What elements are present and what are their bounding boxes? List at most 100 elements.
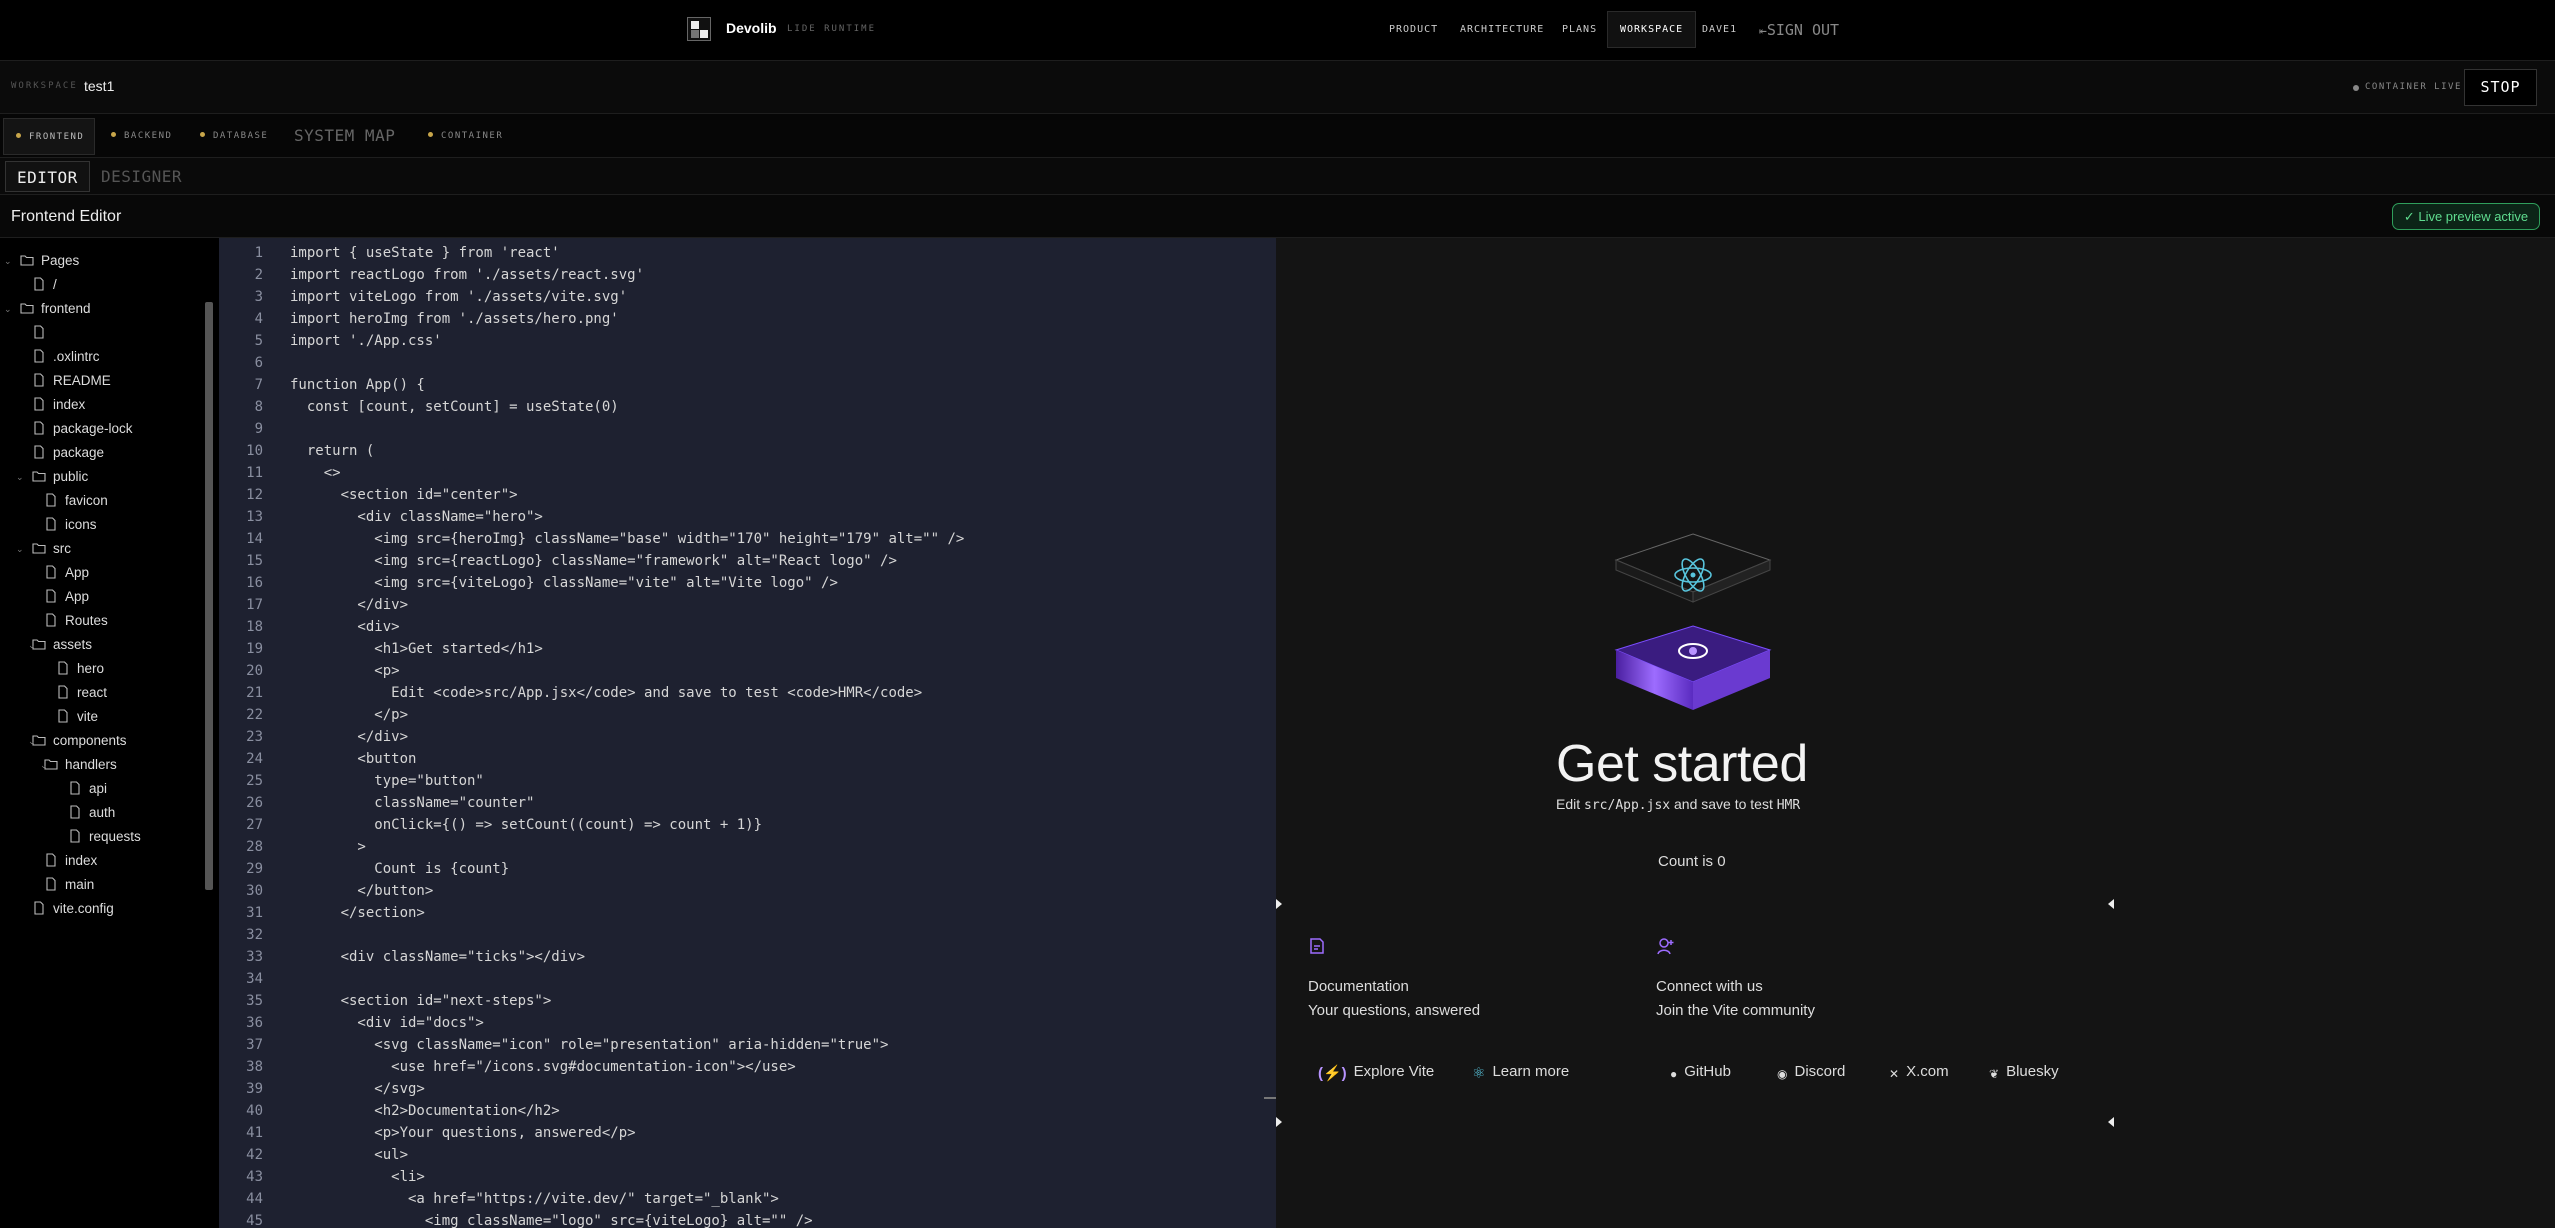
code-line[interactable]: 5 import './App.css' xyxy=(219,330,1276,352)
nav-workspace[interactable]: WORKSPACE xyxy=(1607,11,1697,48)
discord-link[interactable]: ◉ Discord xyxy=(1777,1063,1845,1081)
code-line[interactable]: 39 </svg> xyxy=(219,1078,1276,1100)
pane-splitter[interactable] xyxy=(1264,1097,1276,1099)
code-line[interactable]: 23 </div> xyxy=(219,726,1276,748)
chevron-down-icon[interactable]: ⌄ xyxy=(40,760,48,771)
tree-folder[interactable]: frontend xyxy=(20,301,91,316)
explore-vite-link[interactable]: (⚡) Explore Vite xyxy=(1318,1063,1434,1082)
code-line[interactable]: 45 <img className="logo" src={viteLogo} … xyxy=(219,1210,1276,1228)
tree-file[interactable]: / xyxy=(32,277,57,292)
tree-file[interactable]: api xyxy=(68,781,107,796)
x-link[interactable]: ✕ X.com xyxy=(1889,1063,1949,1081)
code-line[interactable]: 30 </button> xyxy=(219,880,1276,902)
chevron-down-icon[interactable]: ⌄ xyxy=(28,640,36,651)
code-line[interactable]: 6 xyxy=(219,352,1276,374)
code-line[interactable]: 9 xyxy=(219,418,1276,440)
tree-folder[interactable]: components xyxy=(32,733,127,748)
tab-designer[interactable]: DESIGNER xyxy=(101,167,182,186)
chevron-down-icon[interactable]: ⌄ xyxy=(4,304,12,315)
tree-file[interactable]: icons xyxy=(44,517,97,532)
code-line[interactable]: 40 <h2>Documentation</h2> xyxy=(219,1100,1276,1122)
code-line[interactable]: 2 import reactLogo from './assets/react.s… xyxy=(219,264,1276,286)
code-line[interactable]: 42 <ul> xyxy=(219,1144,1276,1166)
tree-file[interactable]: Routes xyxy=(44,613,108,628)
brand-name[interactable]: Devolib xyxy=(726,20,777,36)
code-line[interactable]: 22 </p> xyxy=(219,704,1276,726)
code-line[interactable]: 12 <section id="center"> xyxy=(219,484,1276,506)
code-line[interactable]: 10 return ( xyxy=(219,440,1276,462)
code-line[interactable]: 19 <h1>Get started</h1> xyxy=(219,638,1276,660)
code-editor[interactable]: 1 import { useState } from 'react' 2 import… xyxy=(219,238,1276,1228)
code-line[interactable]: 25 type="button" xyxy=(219,770,1276,792)
tree-folder[interactable]: public xyxy=(32,469,88,484)
tree-file[interactable]: .oxlintrc xyxy=(32,349,100,364)
file-tree-scrollbar[interactable] xyxy=(205,302,213,890)
counter-button[interactable]: Count is 0 xyxy=(1658,853,1726,870)
nav-architecture[interactable]: ARCHITECTURE xyxy=(1460,24,1544,35)
tree-file[interactable]: auth xyxy=(68,805,115,820)
code-line[interactable]: 29 Count is {count} xyxy=(219,858,1276,880)
code-line[interactable]: 28 > xyxy=(219,836,1276,858)
tab-frontend[interactable]: FRONTEND xyxy=(3,118,96,155)
code-line[interactable]: 27 onClick={() => setCount((count) => co… xyxy=(219,814,1276,836)
code-line[interactable]: 44 <a href="https://vite.dev/" target="_… xyxy=(219,1188,1276,1210)
tree-file[interactable]: hero xyxy=(56,661,104,676)
code-line[interactable]: 4 import heroImg from './assets/hero.png' xyxy=(219,308,1276,330)
bluesky-link[interactable]: ❦ Bluesky xyxy=(1989,1063,2059,1081)
code-line[interactable]: 33 <div className="ticks"></div> xyxy=(219,946,1276,968)
nav-user[interactable]: DAVE1 xyxy=(1702,24,1737,35)
tree-file[interactable]: main xyxy=(44,877,94,892)
code-line[interactable]: 35 <section id="next-steps"> xyxy=(219,990,1276,1012)
code-line[interactable]: 36 <div id="docs"> xyxy=(219,1012,1276,1034)
tree-file[interactable]: react xyxy=(56,685,107,700)
tree-folder[interactable]: src xyxy=(32,541,71,556)
code-line[interactable]: 18 <div> xyxy=(219,616,1276,638)
code-line[interactable]: 34 xyxy=(219,968,1276,990)
code-line[interactable]: 24 <button xyxy=(219,748,1276,770)
code-line[interactable]: 14 <img src={heroImg} className="base" w… xyxy=(219,528,1276,550)
tree-file[interactable]: requests xyxy=(68,829,141,844)
code-line[interactable]: 17 </div> xyxy=(219,594,1276,616)
code-line[interactable]: 7 function App() { xyxy=(219,374,1276,396)
chevron-down-icon[interactable]: ⌄ xyxy=(16,472,24,483)
chevron-down-icon[interactable]: ⌄ xyxy=(4,256,12,267)
tree-folder[interactable]: handlers xyxy=(44,757,117,772)
tree-folder[interactable]: assets xyxy=(32,637,92,652)
code-line[interactable]: 20 <p> xyxy=(219,660,1276,682)
tree-file[interactable]: package xyxy=(32,445,104,460)
code-line[interactable]: 41 <p>Your questions, answered</p> xyxy=(219,1122,1276,1144)
code-line[interactable]: 26 className="counter" xyxy=(219,792,1276,814)
nav-product[interactable]: PRODUCT xyxy=(1389,24,1438,35)
nav-plans[interactable]: PLANS xyxy=(1562,24,1597,35)
tab-container[interactable]: CONTAINER xyxy=(428,131,503,141)
tree-file[interactable] xyxy=(32,325,53,340)
sign-out-button[interactable]: ⇤SIGN OUT xyxy=(1759,21,1839,39)
tree-file[interactable]: package-lock xyxy=(32,421,133,436)
tab-backend[interactable]: BACKEND xyxy=(111,131,172,141)
github-link[interactable]: ● GitHub xyxy=(1670,1063,1731,1081)
tree-file[interactable]: App xyxy=(44,565,89,580)
code-line[interactable]: 38 <use href="/icons.svg#documentation-i… xyxy=(219,1056,1276,1078)
tree-file[interactable]: vite xyxy=(56,709,98,724)
code-line[interactable]: 16 <img src={viteLogo} className="vite" … xyxy=(219,572,1276,594)
tree-file[interactable]: favicon xyxy=(44,493,108,508)
stop-button[interactable]: STOP xyxy=(2464,69,2537,106)
chevron-down-icon[interactable]: ⌄ xyxy=(16,544,24,555)
code-line[interactable]: 37 <svg className="icon" role="presentat… xyxy=(219,1034,1276,1056)
tree-file[interactable]: README xyxy=(32,373,111,388)
code-line[interactable]: 11 <> xyxy=(219,462,1276,484)
code-line[interactable]: 15 <img src={reactLogo} className="frame… xyxy=(219,550,1276,572)
chevron-down-icon[interactable]: ⌄ xyxy=(28,736,36,747)
code-line[interactable]: 43 <li> xyxy=(219,1166,1276,1188)
tab-system-map[interactable]: SYSTEM MAP xyxy=(294,126,395,145)
code-line[interactable]: 31 </section> xyxy=(219,902,1276,924)
tree-file[interactable]: index xyxy=(32,397,85,412)
tab-database[interactable]: DATABASE xyxy=(200,131,268,141)
code-line[interactable]: 13 <div className="hero"> xyxy=(219,506,1276,528)
tree-file[interactable]: index xyxy=(44,853,97,868)
code-line[interactable]: 8 const [count, setCount] = useState(0) xyxy=(219,396,1276,418)
code-line[interactable]: 3 import viteLogo from './assets/vite.svg… xyxy=(219,286,1276,308)
code-line[interactable]: 32 xyxy=(219,924,1276,946)
tree-file[interactable]: vite.config xyxy=(32,901,114,916)
code-line[interactable]: 21 Edit <code>src/App.jsx</code> and sav… xyxy=(219,682,1276,704)
